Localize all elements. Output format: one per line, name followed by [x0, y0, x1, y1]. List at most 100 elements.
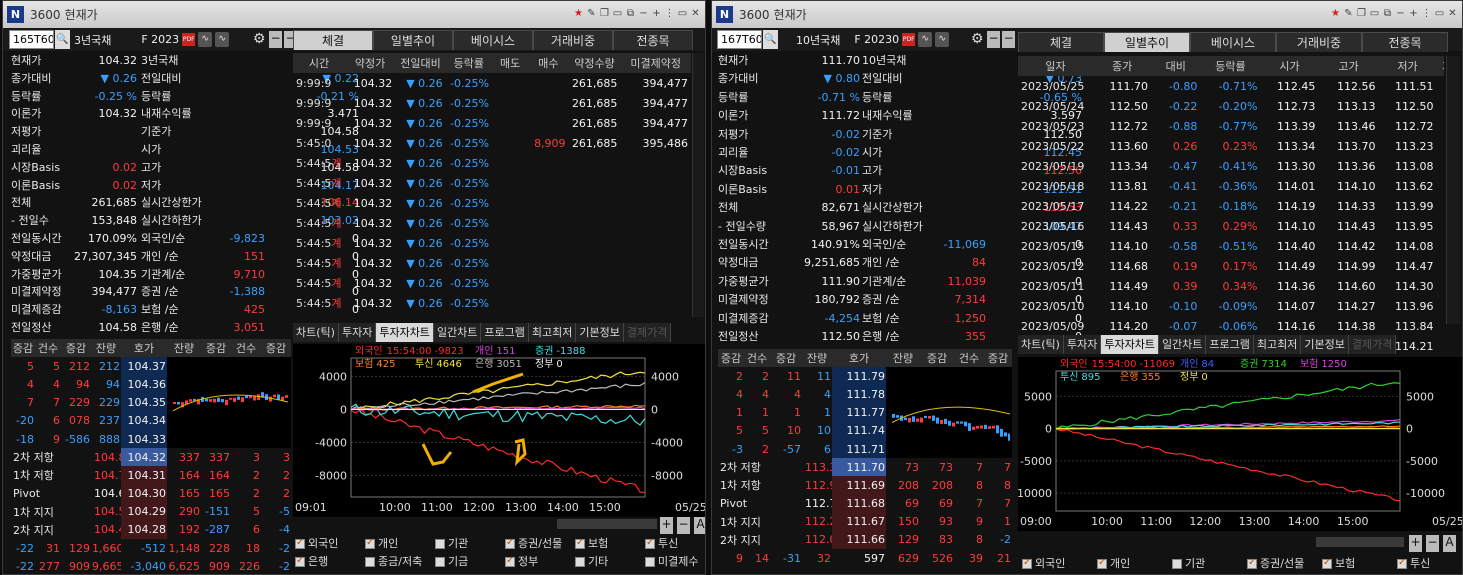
chart-icon[interactable]: ∿ [198, 32, 213, 47]
subtab-6[interactable]: 기본정보 [1301, 335, 1349, 354]
table-row[interactable]: 9:99:9 104.32 ▼ 0.26 -0.25% 261,685 394,477 [293, 73, 691, 93]
search-icon[interactable]: 🔍 [763, 30, 778, 49]
subtab-3[interactable]: 일간차트 [1158, 335, 1207, 354]
close-button[interactable]: ✕ [1447, 7, 1458, 20]
investor-label[interactable]: 개인 /순 [862, 254, 934, 272]
bid-row[interactable]: 2차 저항 113.34111.70 73 73 7 7 [718, 458, 1012, 477]
subtab-1[interactable]: 투자자 [1063, 335, 1102, 354]
investor-label[interactable]: 은행 /순 [862, 328, 934, 346]
subtab-2[interactable]: 투자자차트 [376, 323, 434, 342]
chart-alt-icon[interactable]: ∿ [215, 32, 230, 47]
investor-label[interactable]: 보험 /순 [862, 310, 934, 328]
table-row[interactable]: 9:99:9 104.32 ▼ 0.26 -0.25% 261,685 394,477 [293, 113, 691, 133]
lock-icon[interactable]: ▭ [612, 7, 623, 20]
checkbox-box[interactable] [1397, 557, 1407, 569]
bid-row[interactable]: 2차 지지 104.45104.28 192 -287 6 -4 [11, 520, 291, 540]
table-row[interactable]: 9:99:9 104.32 ▼ 0.26 -0.25% 261,685 394,477 [293, 93, 691, 113]
investor-checkbox[interactable]: 증권/선물 [505, 535, 562, 551]
subtab-6[interactable]: 기본정보 [576, 323, 624, 342]
checkbox-box[interactable] [435, 557, 445, 567]
table-row[interactable]: 5:44:5계 104.32 ▼ 0.26 -0.25% [293, 253, 691, 273]
investor-label[interactable]: 기관계/순 [141, 266, 213, 284]
subtab-4[interactable]: 프로그램 [481, 323, 529, 342]
table-row[interactable]: 5:45:0 104.32 ▼ 0.26 -0.25% 8,909 261,685 395,… [293, 133, 691, 153]
investor-label[interactable]: 보험 /순 [141, 301, 213, 319]
subtab-5[interactable]: 최고최저 [1253, 335, 1302, 354]
copy-window-icon[interactable]: ❐ [1356, 7, 1367, 20]
tab-0[interactable]: 체결 [293, 30, 373, 50]
collapse-button[interactable]: − [987, 31, 1001, 48]
legend-item[interactable]: 개인 84 [1180, 358, 1214, 370]
daily-header[interactable]: 종가 [1093, 56, 1152, 76]
bid-row[interactable]: 1차 지지 112.29111.67 150 93 9 1 [718, 512, 1012, 531]
investor-checkbox[interactable]: 개인 [1097, 555, 1130, 571]
tab-3[interactable]: 거래비중 [1276, 32, 1362, 52]
tab-4[interactable]: 전종목 [613, 30, 693, 50]
table-row[interactable]: 5:44:5계 104.32 ▼ 0.26 -0.25% [293, 173, 691, 193]
tab-1[interactable]: 일별추이 [373, 30, 453, 50]
code-input[interactable]: 165T600 [9, 30, 54, 49]
trade-header[interactable]: 전일대비 [395, 53, 446, 73]
checkbox-box[interactable] [295, 555, 305, 567]
legend-item[interactable]: 투신 4646 [415, 358, 462, 370]
investor-checkbox[interactable]: 기관 [1172, 555, 1205, 571]
tab-0[interactable]: 체결 [1018, 32, 1104, 52]
investor-checkbox[interactable]: 외국인 [1022, 555, 1065, 571]
zoom-in-button[interactable]: + [660, 517, 673, 534]
search-icon[interactable]: 🔍 [55, 30, 70, 49]
restore-button[interactable]: ▭ [1434, 7, 1445, 20]
table-row[interactable]: 2023/05/24 112.50 -0.22 -0.20% 112.73 113.13 1… [1018, 96, 1444, 116]
menu-icon[interactable]: ⋮ [664, 7, 675, 20]
bid-row[interactable]: 1차 지지 104.51104.29 290 -151 5 -5 [11, 502, 291, 521]
title-bar[interactable]: N 3600 현재가 ★ ✎ ❐ ▭ ⧉ − + ⋮ ▭ ✕ [3, 1, 705, 28]
chart-zoom-slider[interactable] [557, 519, 657, 529]
investor-checkbox[interactable]: 미결제수 [645, 553, 698, 569]
investor-chart[interactable]: 5000 5000 0 0 -5000 -5000 -10000 -10000 09:00 10:… [1018, 357, 1462, 531]
subtab-3[interactable]: 일간차트 [433, 323, 482, 342]
subtab-4[interactable]: 프로그램 [1206, 335, 1254, 354]
menu-icon[interactable]: ⋮ [1421, 7, 1432, 20]
bid-row[interactable]: Pivot 104.64104.30 165 165 2 2 [11, 484, 291, 503]
daily-header[interactable]: 고가 [1318, 56, 1379, 76]
investor-checkbox[interactable]: 기금 [435, 553, 468, 569]
legend-item[interactable]: 증권 -1388 [535, 345, 585, 357]
title-bar[interactable]: N 3600 현재가 ★ ✎ ❐ ▭ ⧉ − + ⋮ ▭ ✕ [712, 1, 1462, 28]
checkbox-box[interactable] [575, 557, 585, 567]
chart-zoom-slider[interactable] [1316, 537, 1404, 547]
subtab-5[interactable]: 최고최저 [528, 323, 577, 342]
daily-header[interactable]: 시가 [1260, 56, 1319, 76]
checkbox-box[interactable] [1322, 557, 1332, 569]
daily-scrollbar[interactable] [1446, 56, 1460, 324]
table-row[interactable]: 2023/05/16 114.43 0.33 0.29% 114.10 114.43 113… [1018, 216, 1444, 236]
bid-row[interactable]: 2차 저항 104.83104.32 337 337 3 3 [11, 448, 291, 467]
trade-header[interactable]: 시간 [293, 53, 345, 73]
collapse-button[interactable]: − [269, 31, 283, 48]
legend-item[interactable]: 은행 3051 [475, 358, 522, 370]
daily-header[interactable]: 등락률 [1200, 56, 1261, 76]
checkbox-box[interactable] [575, 537, 585, 549]
subtab-1[interactable]: 투자자 [338, 323, 377, 342]
table-row[interactable]: 2023/05/15 114.10 -0.58 -0.51% 114.40 114.42 1… [1018, 236, 1444, 256]
table-row[interactable]: 2023/05/23 112.72 -0.88 -0.77% 113.39 113.46 1… [1018, 116, 1444, 136]
investor-checkbox[interactable]: 은행 [295, 553, 328, 569]
bid-row[interactable]: 2차 지지 112.08111.66 129 83 8 -2 [718, 530, 1012, 550]
checkbox-box[interactable] [295, 537, 305, 549]
investor-checkbox[interactable]: 개인 [365, 535, 398, 551]
daily-header[interactable]: 대비 [1151, 56, 1201, 76]
link-icon[interactable]: ⧉ [1382, 7, 1393, 20]
table-row[interactable]: 2023/05/11 114.49 0.39 0.34% 114.36 114.60 114… [1018, 276, 1444, 296]
trade-header[interactable]: 약정가 [344, 53, 396, 73]
link-icon[interactable]: ⧉ [625, 7, 636, 20]
collapse-alt-button[interactable]: − [1002, 31, 1016, 48]
table-row[interactable]: 2023/05/09 114.20 -0.07 -0.06% 114.16 114.38 1… [1018, 316, 1444, 336]
investor-checkbox[interactable]: 종금/저축 [365, 553, 422, 569]
table-row[interactable]: 5:44:5계 104.32 ▼ 0.26 -0.25% [293, 233, 691, 253]
trade-scrollbar[interactable] [692, 53, 704, 317]
legend-item[interactable]: 정부 0 [535, 358, 563, 370]
legend-item[interactable]: 외국인 15:54:00 -9823 [355, 345, 464, 357]
investor-label[interactable]: 증권 /순 [862, 291, 934, 309]
checkbox-box[interactable] [505, 555, 515, 567]
checkbox-box[interactable] [645, 537, 655, 549]
bid-row[interactable]: 1차 저항 104.70104.31 164 164 2 2 [11, 466, 291, 485]
tab-2[interactable]: 베이시스 [1190, 32, 1276, 52]
